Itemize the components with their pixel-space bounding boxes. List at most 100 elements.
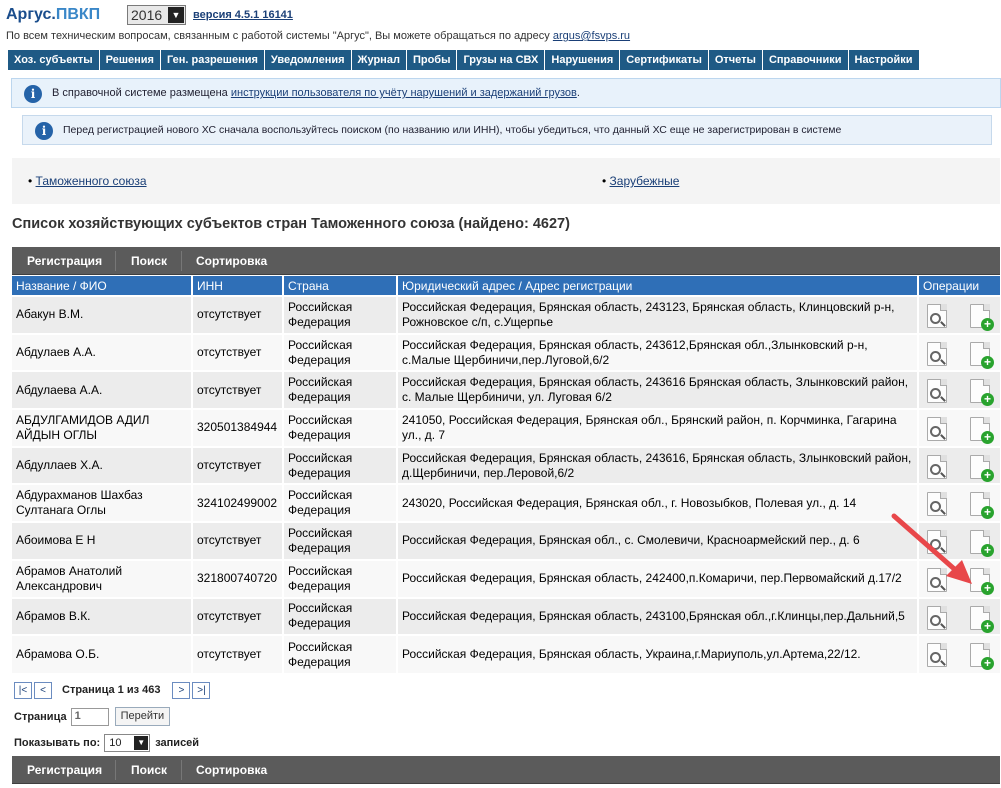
- toolbar-divider: [181, 760, 182, 780]
- column-header-operations: Операции: [917, 276, 1000, 296]
- cell-address: Российская Федерация, Брянская область, …: [396, 634, 918, 673]
- version-link[interactable]: версия 4.5.1 16141: [193, 9, 293, 21]
- prev-page-button[interactable]: <: [34, 681, 52, 699]
- cell-address: Российская Федерация, Брянская область, …: [396, 596, 918, 636]
- cell-country: Российская Федерация: [282, 332, 397, 372]
- magnifier-icon: [930, 388, 941, 400]
- cell-name: Абдуллаев Х.А.: [12, 445, 192, 485]
- plus-icon: +: [981, 393, 994, 407]
- view-magnifier-icon[interactable]: [924, 416, 950, 444]
- cell-operations: +: [917, 445, 1000, 485]
- sort-button[interactable]: Сортировка: [196, 763, 267, 777]
- app-logo[interactable]: Аргус.ПВКП: [6, 6, 100, 24]
- table-row: Абдулаева А.А. отсутствует Российская Феде…: [12, 370, 1000, 410]
- notice-text: В справочной системе размещена инструкци…: [52, 87, 580, 99]
- column-header-country[interactable]: Страна: [282, 276, 397, 296]
- page-number-input[interactable]: 1: [70, 707, 109, 726]
- page-jump: Страница 1 Перейти: [14, 707, 171, 726]
- go-button[interactable]: Перейти: [114, 707, 171, 726]
- plus-icon: +: [981, 544, 994, 558]
- view-magnifier-icon[interactable]: [924, 303, 950, 331]
- magnifier-icon: [930, 614, 941, 626]
- sort-button[interactable]: Сортировка: [196, 254, 267, 268]
- cell-operations: +: [917, 634, 1000, 673]
- customs-union-link[interactable]: Таможенного союза: [36, 174, 147, 188]
- table-header: Название / ФИО ИНН Страна Юридический ад…: [12, 276, 1000, 296]
- add-document-icon[interactable]: +: [967, 416, 994, 445]
- register-button[interactable]: Регистрация: [27, 254, 102, 268]
- nav-item[interactable]: Грузы на СВХ: [457, 50, 545, 70]
- annotation-arrow: [891, 513, 972, 584]
- info-notice-search-first: i Перед регистрацией нового ХС сначала в…: [22, 115, 992, 145]
- cell-operations: +: [917, 295, 1000, 334]
- top-toolbar: Регистрация Поиск Сортировка: [12, 247, 1000, 275]
- logo-accent: ПВКП: [55, 6, 101, 23]
- add-document-icon[interactable]: +: [967, 378, 994, 407]
- year-value: 2016: [131, 7, 163, 23]
- nav-item[interactable]: Ген. разрешения: [160, 50, 264, 70]
- cell-address: 241050, Российская Федерация, Брянская о…: [396, 408, 918, 447]
- magnifier-icon: [930, 426, 941, 438]
- column-header-address[interactable]: Юридический адрес / Адрес регистрации: [396, 276, 918, 296]
- view-magnifier-icon[interactable]: [924, 378, 950, 406]
- nav-item[interactable]: Настройки: [848, 50, 919, 70]
- search-button[interactable]: Поиск: [131, 763, 167, 777]
- table-row: Абдурахманов Шахбаз Султанага Оглы 324102…: [12, 483, 1000, 523]
- nav-item[interactable]: Справочники: [762, 50, 848, 70]
- table-row: Абакун В.М. отсутствует Российская Федерац…: [12, 295, 1000, 334]
- cell-inn: отсутствует: [191, 445, 283, 485]
- page-label: Страница: [14, 710, 67, 723]
- add-document-icon[interactable]: +: [967, 341, 994, 369]
- column-header-name[interactable]: Название / ФИО: [12, 276, 192, 296]
- notice-suffix: .: [576, 87, 580, 99]
- column-header-inn[interactable]: ИНН: [191, 276, 283, 296]
- toolbar-divider: [115, 760, 116, 780]
- logo-main: Аргус.: [6, 6, 56, 23]
- plus-icon: +: [981, 355, 994, 369]
- search-button[interactable]: Поиск: [131, 254, 167, 268]
- nav-item[interactable]: Пробы: [406, 50, 457, 70]
- table-row: Абрамова О.Б. отсутствует Российская Федер…: [12, 634, 1000, 673]
- per-page-control: Показывать по: 10 ▼ записей: [14, 734, 199, 752]
- info-notice-instructions: i В справочной системе размещена инструк…: [11, 78, 1001, 108]
- table-row: Абрамов В.К. отсутствует Российская Федера…: [12, 596, 1000, 636]
- cell-operations: +: [917, 596, 1000, 636]
- foreign-link[interactable]: Зарубежные: [610, 174, 680, 188]
- last-page-button[interactable]: >|: [192, 681, 211, 699]
- plus-icon: +: [981, 318, 994, 331]
- nav-item[interactable]: Сертификаты: [620, 50, 708, 70]
- view-magnifier-icon[interactable]: [924, 605, 950, 633]
- cell-name: Абрамова О.Б.: [12, 634, 192, 673]
- nav-item[interactable]: Уведомления: [264, 50, 351, 70]
- cell-country: Российская Федерация: [282, 483, 397, 523]
- nav-item[interactable]: Хоз. субъекты: [8, 50, 99, 70]
- table-row: АБДУЛГАМИДОВ АДИЛ АЙДЫН ОГЛЫ 320501384944…: [12, 408, 1000, 447]
- register-button[interactable]: Регистрация: [27, 763, 102, 777]
- support-text: По всем техническим вопросам, связанным …: [6, 30, 550, 42]
- nav-item[interactable]: Решения: [99, 50, 160, 70]
- view-magnifier-icon[interactable]: [924, 454, 950, 482]
- nav-item[interactable]: Нарушения: [545, 50, 620, 70]
- view-magnifier-icon[interactable]: [924, 642, 950, 670]
- nav-item[interactable]: Отчеты: [708, 50, 762, 70]
- view-magnifier-icon[interactable]: [924, 341, 950, 369]
- chevron-down-icon: ▼: [168, 7, 184, 23]
- plus-icon: +: [981, 619, 994, 633]
- first-page-button[interactable]: |<: [14, 681, 32, 699]
- year-select[interactable]: 2016 ▼: [127, 5, 186, 25]
- cell-inn: отсутствует: [191, 332, 283, 372]
- instructions-link[interactable]: инструкции пользователя по учёту нарушен…: [231, 87, 577, 99]
- next-page-button[interactable]: >: [172, 681, 191, 699]
- support-email-link[interactable]: argus@fsvps.ru: [553, 30, 630, 42]
- add-document-icon[interactable]: +: [967, 642, 994, 671]
- page-info: Страница 1 из 463: [62, 684, 161, 696]
- cell-country: Российская Федерация: [282, 634, 397, 673]
- cell-inn: отсутствует: [191, 295, 283, 334]
- per-page-select[interactable]: 10 ▼: [104, 734, 151, 752]
- info-icon: i: [24, 85, 42, 103]
- add-document-icon[interactable]: +: [967, 303, 994, 331]
- add-document-icon[interactable]: +: [967, 454, 994, 482]
- nav-item[interactable]: Журнал: [351, 50, 406, 70]
- cell-inn: 320501384944: [191, 408, 283, 447]
- add-document-icon[interactable]: +: [967, 605, 994, 633]
